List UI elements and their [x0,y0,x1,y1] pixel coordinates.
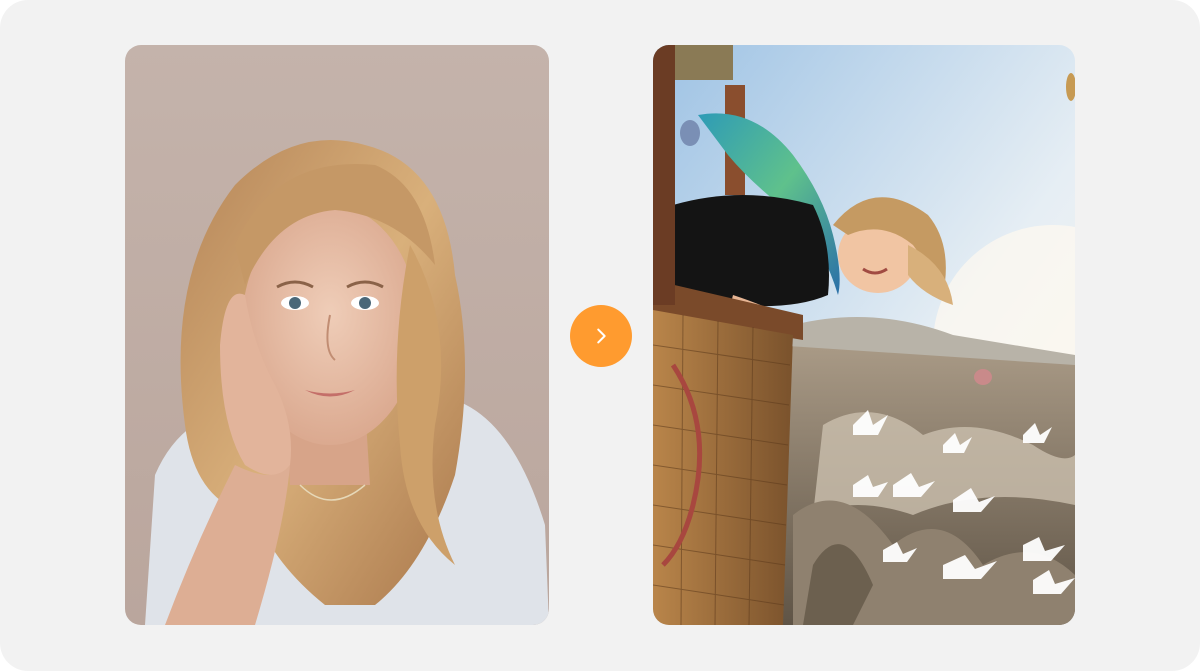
chevron-right-icon [597,328,606,344]
before-image [125,45,549,625]
balloon-scene-illustration [653,45,1075,625]
portrait-illustration [125,45,549,625]
after-image [653,45,1075,625]
next-arrow-button[interactable] [570,305,632,367]
comparison-card [0,0,1200,671]
